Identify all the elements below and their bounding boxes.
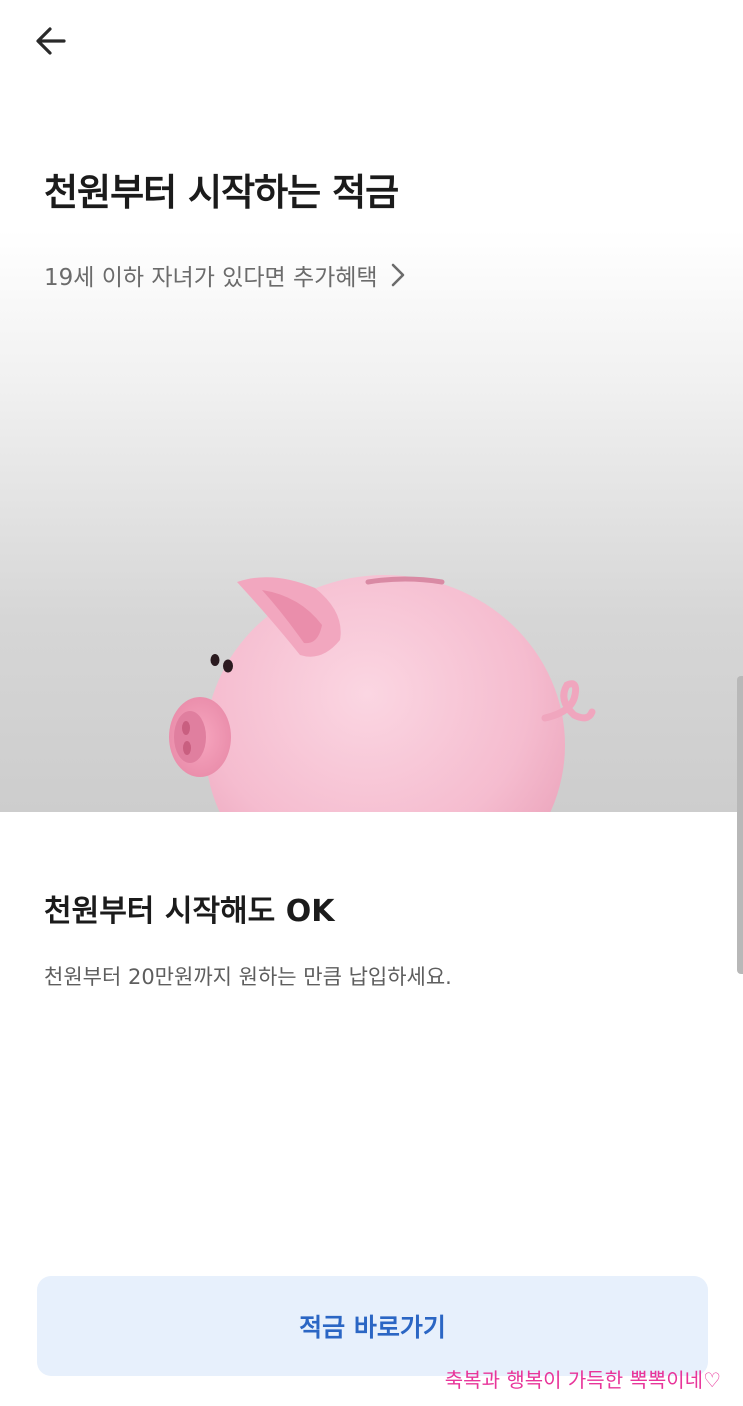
page-title: 천원부터 시작하는 적금 [44, 171, 399, 214]
heart-icon: ♡ [703, 1368, 721, 1392]
arrow-left-icon [36, 27, 66, 55]
watermark-text: 축복과 행복이 가득한 뽁뽁이네 [444, 1368, 704, 1392]
additional-benefit-link[interactable]: 19세 이하 자녀가 있다면 추가혜택 [44, 258, 406, 292]
feature-title: 천원부터 시작해도 OK [44, 894, 335, 929]
piggy-bank-icon [169, 575, 596, 812]
scrollbar[interactable] [737, 676, 743, 974]
chevron-right-icon [391, 263, 404, 287]
additional-benefit-label: 19세 이하 자녀가 있다면 추가혜택 [44, 265, 378, 291]
go-to-savings-button[interactable]: 적금 바로가기 [37, 1276, 708, 1376]
back-button[interactable] [26, 18, 76, 64]
watermark: 축복과 행복이 가득한 뽁뽁이네♡ [445, 1364, 721, 1393]
feature-description: 천원부터 20만원까지 원하는 만큼 납입하세요. [44, 965, 452, 989]
hero-banner: 천원부터 시작하는 적금 19세 이하 자녀가 있다면 추가혜택 [0, 0, 743, 812]
